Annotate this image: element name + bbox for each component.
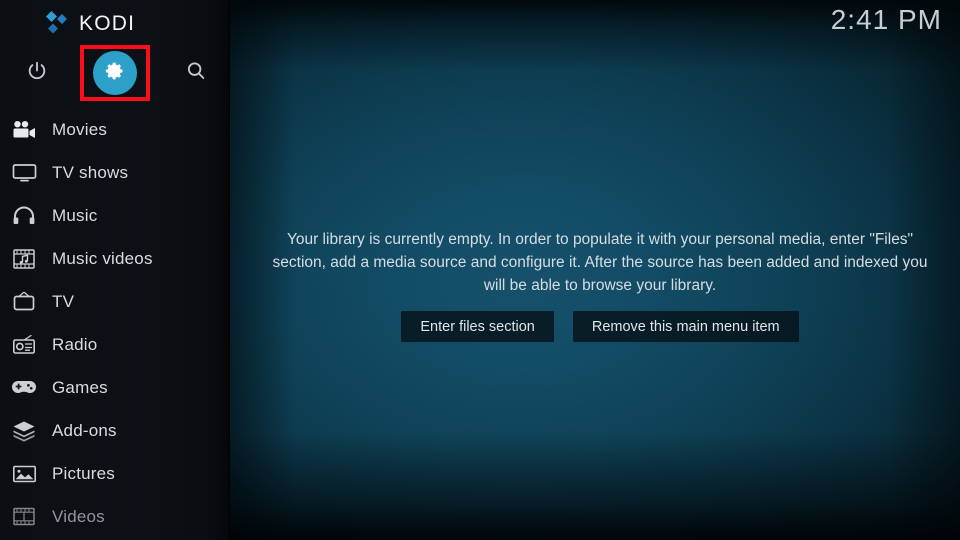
sidebar-item-label: Movies [52, 119, 108, 139]
pictures-icon [10, 464, 38, 484]
sidebar-item-music-videos[interactable]: Music videos [0, 237, 230, 280]
enter-files-section-button[interactable]: Enter files section [401, 311, 554, 342]
sidebar: KODI Movies TV shows Music Music videos … [0, 0, 230, 540]
gear-icon [105, 61, 125, 86]
music-video-icon [10, 248, 38, 270]
power-icon [26, 60, 48, 87]
sidebar-item-label: Music [52, 205, 98, 225]
film-strip-icon [10, 506, 38, 527]
addon-box-icon [10, 420, 38, 442]
empty-library-actions: Enter files section Remove this main men… [250, 311, 950, 342]
search-button[interactable] [168, 45, 224, 101]
search-icon [185, 60, 207, 87]
remove-main-menu-item-button[interactable]: Remove this main menu item [572, 311, 799, 342]
sidebar-top-actions [0, 45, 230, 101]
movie-camera-icon [10, 120, 38, 139]
sidebar-item-label: TV shows [52, 162, 129, 182]
sidebar-item-label: Radio [52, 334, 98, 354]
kodi-logo-icon [44, 11, 70, 35]
sidebar-item-music[interactable]: Music [0, 194, 230, 237]
clock: 2:41 PM [830, 4, 942, 35]
sidebar-item-videos[interactable]: Videos [0, 495, 230, 538]
sidebar-item-label: Videos [52, 506, 105, 526]
sidebar-item-movies[interactable]: Movies [0, 108, 230, 151]
kodi-logo-text: KODI [79, 11, 136, 35]
kodi-window: 2:41 PM KODI Movies TV shows Music Music… [0, 0, 960, 540]
sidebar-item-radio[interactable]: Radio [0, 323, 230, 366]
settings-button[interactable] [87, 45, 143, 101]
gamepad-icon [10, 379, 38, 396]
empty-library-message: Your library is currently empty. In orde… [272, 231, 928, 294]
sidebar-item-label: Games [52, 377, 108, 397]
sidebar-item-tv-shows[interactable]: TV shows [0, 151, 230, 194]
empty-library-panel: Your library is currently empty. In orde… [250, 228, 950, 342]
sidebar-item-label: Music videos [52, 248, 153, 268]
power-button[interactable] [9, 45, 65, 101]
sidebar-item-tv[interactable]: TV [0, 280, 230, 323]
tv-antenna-icon [10, 291, 38, 313]
radio-icon [10, 334, 38, 355]
television-icon [10, 163, 38, 182]
sidebar-item-label: Pictures [52, 463, 116, 483]
headphones-icon [10, 205, 38, 226]
sidebar-item-label: Add-ons [52, 420, 117, 440]
settings-circle [93, 51, 137, 95]
sidebar-item-pictures[interactable]: Pictures [0, 452, 230, 495]
sidebar-item-add-ons[interactable]: Add-ons [0, 409, 230, 452]
sidebar-menu: Movies TV shows Music Music videos TV Ra… [0, 108, 230, 538]
sidebar-item-games[interactable]: Games [0, 366, 230, 409]
kodi-logo: KODI [44, 9, 135, 37]
sidebar-item-label: TV [52, 291, 75, 311]
